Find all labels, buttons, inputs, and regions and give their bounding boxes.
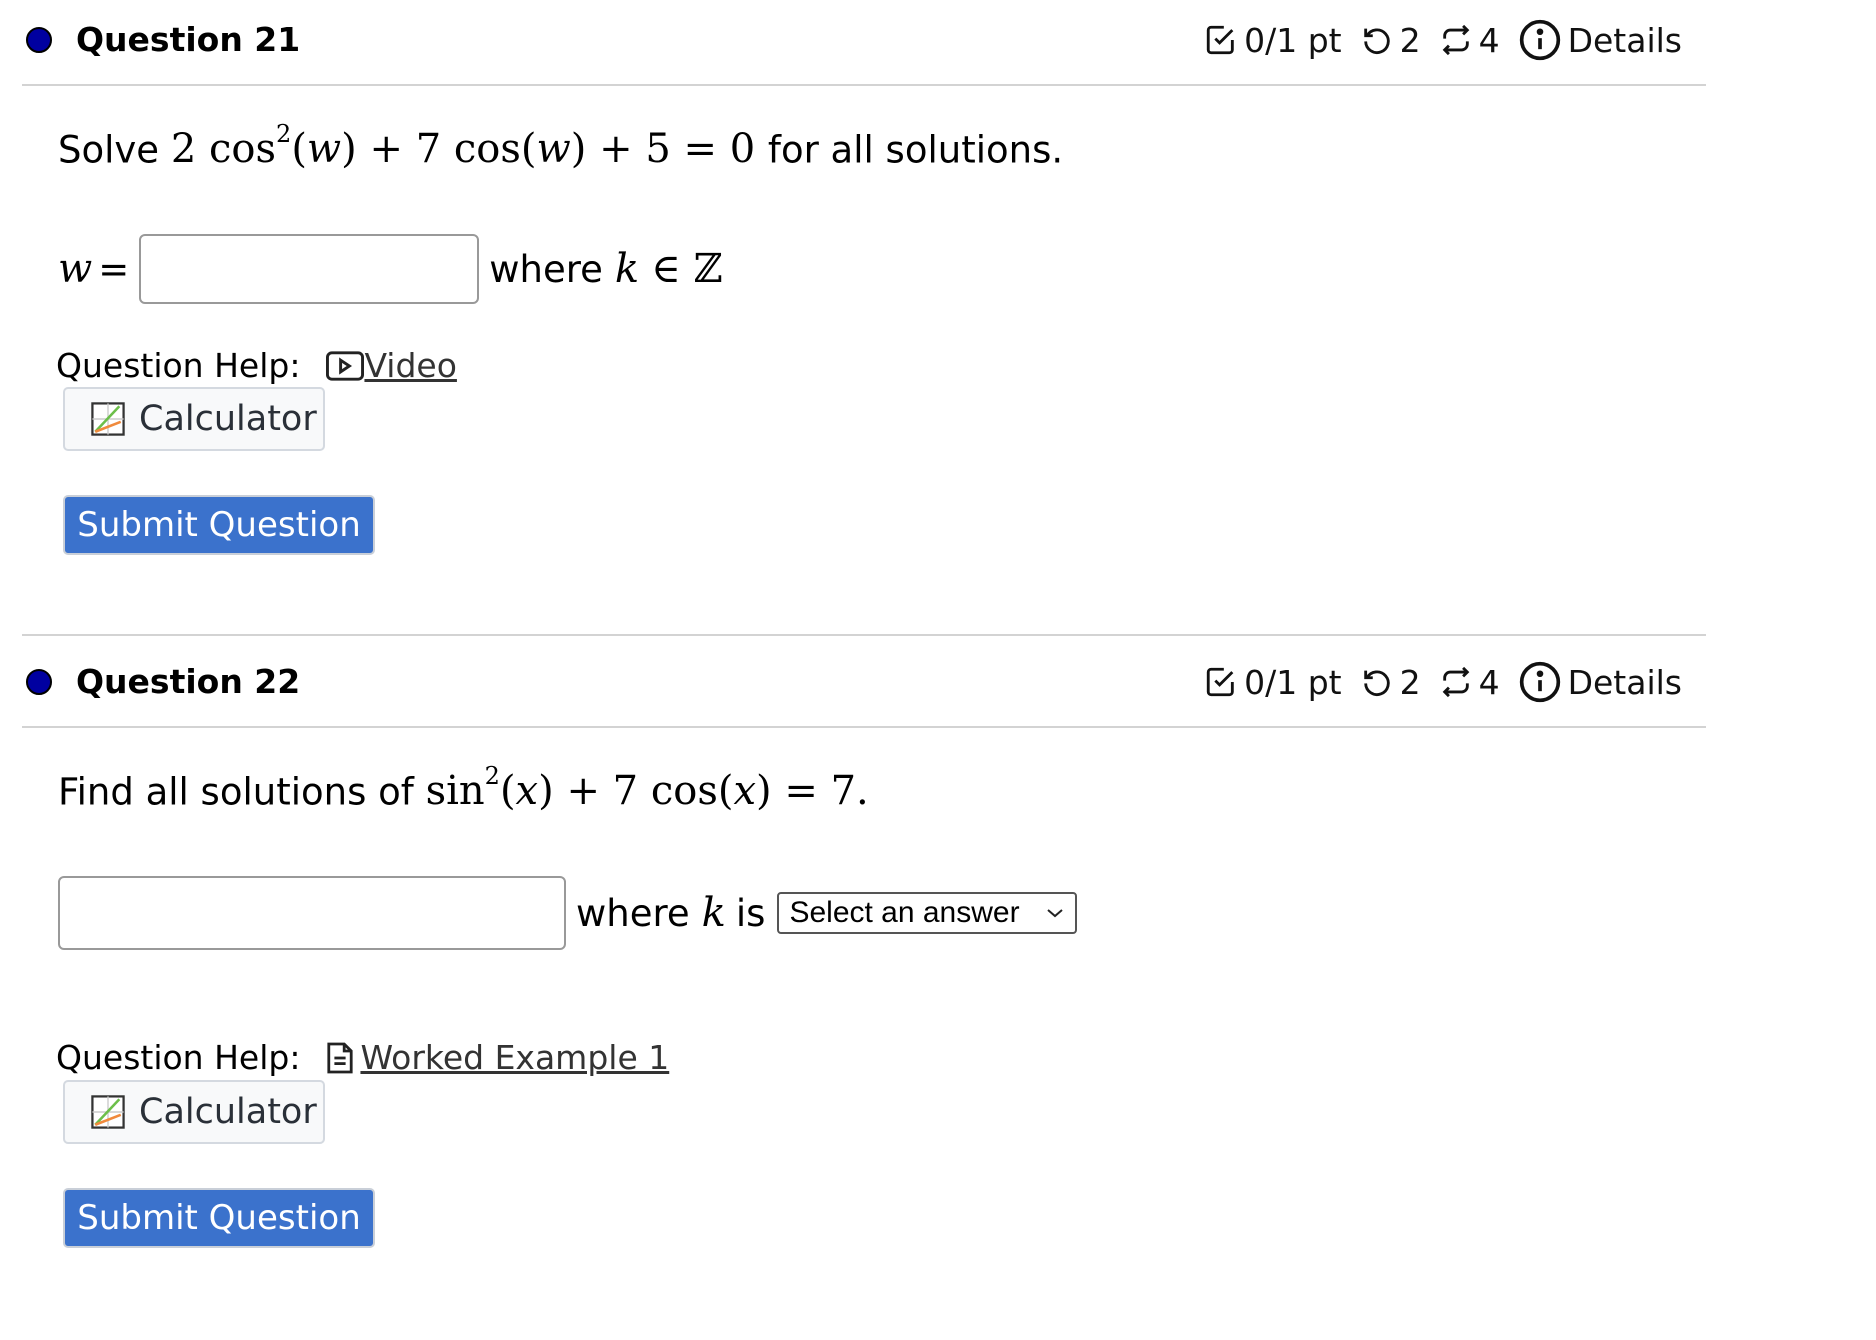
equals-sign: = bbox=[98, 247, 130, 291]
prompt-equation: 2 cos2(w) + 7 cos(w) + 5 = 0 bbox=[170, 120, 756, 173]
question-header: Question 21 0/1 pt 2 4 Details bbox=[22, 0, 1706, 86]
status-dot bbox=[26, 669, 52, 695]
calculator-graph-icon bbox=[91, 402, 125, 436]
repeat-icon bbox=[1442, 666, 1469, 698]
retries-count: 2 bbox=[1399, 662, 1421, 702]
question-help: Question Help: Worked Example 1 bbox=[56, 1038, 669, 1077]
attempts-group: 4 bbox=[1439, 21, 1500, 60]
question-meta: 0/1 pt 2 4 Details bbox=[1186, 18, 1682, 62]
k-type-select[interactable]: Select an answer bbox=[777, 892, 1078, 934]
score-text: 0/1 pt bbox=[1244, 20, 1342, 60]
question-title: Question 21 bbox=[76, 20, 301, 59]
retries-group: 2 bbox=[1360, 21, 1421, 60]
answer-variable: w bbox=[58, 246, 93, 292]
video-icon bbox=[326, 350, 365, 381]
calculator-button[interactable]: Calculator bbox=[63, 387, 325, 451]
select-value: Select an answer bbox=[789, 896, 1020, 929]
help-label: Question Help: bbox=[56, 1038, 301, 1077]
submit-question-button[interactable]: Submit Question bbox=[63, 495, 375, 555]
document-icon bbox=[327, 1042, 354, 1073]
details-label: Details bbox=[1567, 662, 1682, 702]
question-prompt: Solve 2 cos2(w) + 7 cos(w) + 5 = 0 for a… bbox=[58, 120, 1064, 173]
section-divider bbox=[22, 634, 1706, 636]
answer-row: where k is Select an answer bbox=[58, 876, 1078, 950]
repeat-icon bbox=[1442, 24, 1469, 56]
info-icon bbox=[1519, 661, 1560, 703]
calculator-button[interactable]: Calculator bbox=[63, 1080, 325, 1144]
prompt-equation: sin2(x) + 7 cos(x) = 7. bbox=[425, 762, 869, 815]
details-button[interactable]: Details bbox=[1518, 18, 1682, 62]
answer-after: where bbox=[576, 891, 690, 935]
answer-after: where bbox=[489, 247, 603, 291]
details-button[interactable]: Details bbox=[1518, 660, 1682, 704]
score-text: 0/1 pt bbox=[1244, 662, 1342, 702]
question-title: Question 22 bbox=[76, 662, 301, 701]
status-dot bbox=[26, 27, 52, 53]
details-label: Details bbox=[1567, 20, 1682, 60]
score-group: 0/1 pt bbox=[1204, 663, 1342, 702]
calculator-label: Calculator bbox=[139, 1092, 317, 1132]
retries-group: 2 bbox=[1360, 663, 1421, 702]
worked-example-link[interactable]: Worked Example 1 bbox=[326, 1038, 669, 1077]
answer-after-is: is bbox=[735, 891, 766, 935]
integer-set: ∈ ℤ bbox=[651, 246, 723, 292]
info-icon bbox=[1519, 19, 1560, 61]
attempts-count: 4 bbox=[1478, 662, 1500, 702]
question-header: Question 22 0/1 pt 2 4 Details bbox=[22, 642, 1706, 728]
k-variable: k bbox=[614, 246, 640, 292]
prompt-prefix: Find all solutions of bbox=[58, 770, 414, 814]
answer-row: w = where k ∈ ℤ bbox=[58, 234, 723, 304]
attempts-group: 4 bbox=[1439, 663, 1500, 702]
calculator-graph-icon bbox=[91, 1095, 125, 1129]
k-variable: k bbox=[701, 890, 726, 936]
checkbox-icon bbox=[1206, 667, 1234, 697]
question-meta: 0/1 pt 2 4 Details bbox=[1186, 660, 1682, 704]
retry-icon bbox=[1363, 28, 1390, 54]
calculator-label: Calculator bbox=[139, 399, 317, 439]
question-help: Question Help: Video bbox=[56, 346, 457, 385]
answer-input[interactable] bbox=[58, 876, 566, 950]
retries-count: 2 bbox=[1399, 20, 1421, 60]
answer-input[interactable] bbox=[139, 234, 480, 304]
prompt-prefix: Solve bbox=[58, 128, 160, 172]
score-group: 0/1 pt bbox=[1204, 21, 1342, 60]
prompt-suffix: for all solutions. bbox=[767, 128, 1064, 172]
video-link[interactable]: Video bbox=[326, 346, 457, 385]
retry-icon bbox=[1363, 670, 1390, 696]
checkbox-icon bbox=[1206, 25, 1234, 55]
attempts-count: 4 bbox=[1478, 20, 1500, 60]
submit-question-button[interactable]: Submit Question bbox=[63, 1188, 375, 1248]
chevron-down-icon bbox=[1047, 909, 1064, 918]
question-prompt: Find all solutions of sin2(x) + 7 cos(x)… bbox=[58, 762, 869, 815]
help-label: Question Help: bbox=[56, 346, 301, 385]
